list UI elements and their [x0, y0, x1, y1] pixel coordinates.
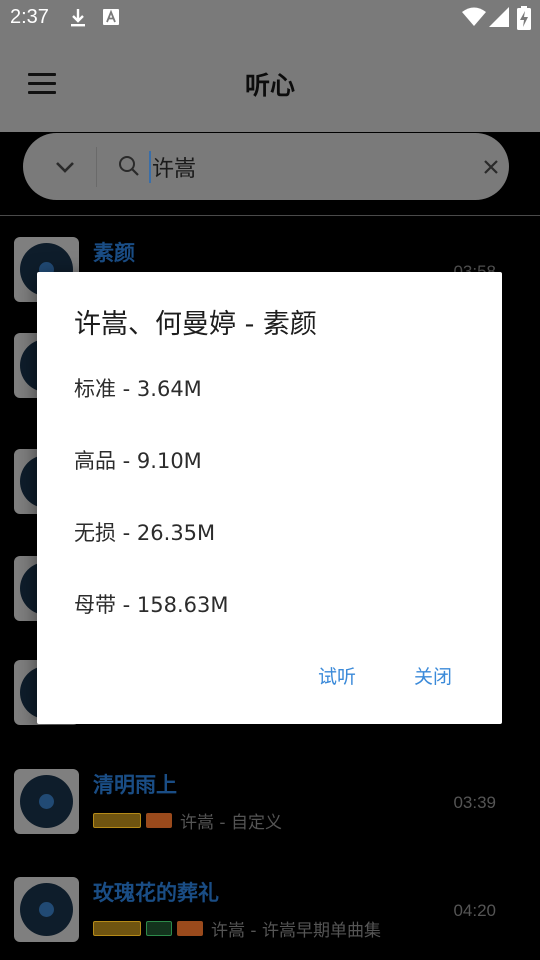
- quality-dialog: 许嵩、何曼婷 - 素颜 标准 - 3.64M 高品 - 9.10M 无损 - 2…: [37, 272, 502, 724]
- close-button[interactable]: 关闭: [414, 662, 452, 689]
- quality-option-label: 高品 - 9.10M: [74, 449, 202, 473]
- quality-option-lossless[interactable]: 无损 - 26.35M: [37, 502, 502, 562]
- preview-button[interactable]: 试听: [318, 662, 356, 689]
- quality-option-master[interactable]: 母带 - 158.63M: [37, 574, 502, 634]
- quality-option-label: 无损 - 26.35M: [74, 521, 216, 545]
- quality-option-label: 标准 - 3.64M: [74, 377, 202, 401]
- quality-option-standard[interactable]: 标准 - 3.64M: [37, 358, 502, 418]
- quality-option-label: 母带 - 158.63M: [74, 593, 229, 617]
- dialog-title: 许嵩、何曼婷 - 素颜: [74, 309, 317, 340]
- quality-option-high[interactable]: 高品 - 9.10M: [37, 430, 502, 490]
